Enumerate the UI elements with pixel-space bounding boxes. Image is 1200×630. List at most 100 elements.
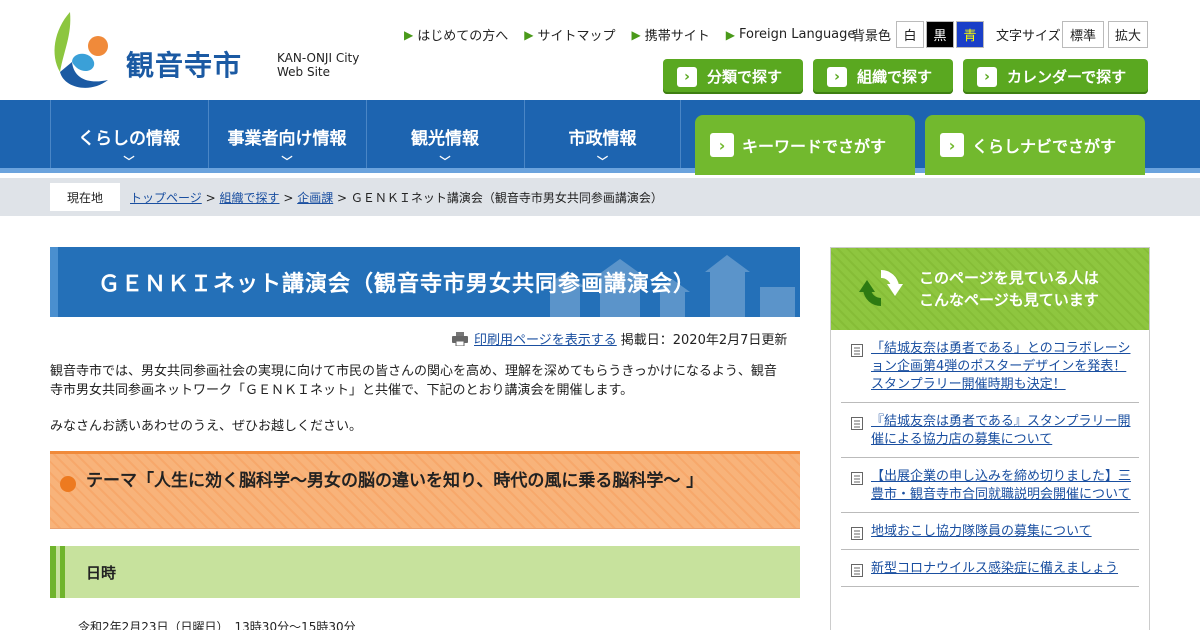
site-header: 観音寺市 KAN-ONJI City Web Site ▶ はじめての方へ ▶ サイ… xyxy=(0,0,1200,100)
bg-black-button[interactable]: 黒 xyxy=(926,21,954,48)
link-label: はじめての方へ xyxy=(417,29,509,44)
breadcrumb-link-top[interactable]: トップページ xyxy=(130,191,202,205)
arrow-right-icon: ▶ xyxy=(404,27,414,42)
related-page-link[interactable]: 新型コロナウイルス感染症に備えましょう xyxy=(871,561,1118,576)
theme-heading-box: テーマ「人生に効く脳科学～男女の脳の違いを知り、時代の風に乗る脳科学～ 」 xyxy=(50,451,800,529)
chevron-right-icon: › xyxy=(977,66,997,87)
arrow-right-icon: ▶ xyxy=(524,27,534,42)
site-subtitle: KAN-ONJI City Web Site xyxy=(277,51,359,79)
page-title-box: ＧＥＮＫＩネット講演会（観音寺市男女共同参画講演会） xyxy=(50,247,800,317)
find-by-calendar-button[interactable]: › カレンダーで探す xyxy=(963,59,1148,94)
link-label: サイトマップ xyxy=(537,29,616,44)
link-sitemap[interactable]: ▶ サイトマップ xyxy=(524,25,616,45)
breadcrumb-link-organization[interactable]: 組織で探す xyxy=(219,191,279,205)
utility-links: ▶ はじめての方へ ▶ サイトマップ ▶ 携帯サイト ▶ Foreign Languag… xyxy=(404,25,871,44)
city-logo-icon[interactable] xyxy=(50,10,112,92)
print-page-link[interactable]: 印刷用ページを表示する xyxy=(474,329,617,348)
sidebar-heading-line2: こんなページも見ています xyxy=(919,291,1099,309)
sidebar-heading-box: このページを見ている人は こんなページも見ています xyxy=(831,248,1149,330)
chevron-right-icon: › xyxy=(710,133,734,157)
related-page-link[interactable]: 「結城友奈は勇者である」とのコラボレーション企画第4弾のポスターデザインを発表！… xyxy=(871,341,1130,392)
intro-paragraph: 観音寺市では、男女共同参画社会の実現に向けて市民の皆さんの関心を高め、理解を深め… xyxy=(50,364,777,398)
font-size-label: 文字サイズ xyxy=(996,29,1061,44)
refresh-arrows-icon xyxy=(859,269,903,307)
global-nav: くらしの情報 ﹀ 事業者向け情報 ﹀ 観光情報 ﹀ 市政情報 ﹀ › キーワードでさがす … xyxy=(0,100,1200,175)
breadcrumb-separator: > xyxy=(337,191,351,205)
print-and-date-line: 印刷用ページを表示する 掲載日：2020年2月7日更新 xyxy=(452,329,787,348)
breadcrumb: 現在地 トップページ > 組織で探す > 企画課 > ＧＥＮＫＩネット講演会（観… xyxy=(0,178,1200,216)
document-icon xyxy=(851,564,863,577)
document-icon xyxy=(851,417,863,430)
breadcrumb-trail: トップページ > 組織で探す > 企画課 > ＧＥＮＫＩネット講演会（観音寺市男… xyxy=(130,189,663,206)
sidebar-heading-line1: このページを見ている人は xyxy=(919,269,1099,287)
button-label: カレンダーで探す xyxy=(1007,68,1127,86)
breadcrumb-separator: > xyxy=(283,191,298,205)
sidebar-heading: このページを見ている人は こんなページも見ています xyxy=(919,267,1099,311)
document-icon xyxy=(851,344,863,357)
arrow-right-icon: ▶ xyxy=(631,27,641,42)
font-large-button[interactable]: 拡大 xyxy=(1108,21,1148,48)
nav-tourism-info[interactable]: 観光情報 ﹀ xyxy=(366,100,523,168)
related-pages-sidebar: このページを見ている人は こんなページも見ています 「結城友奈は勇者である」との… xyxy=(830,247,1150,630)
button-label: 組織で探す xyxy=(857,68,933,86)
page-title: ＧＥＮＫＩネット講演会（観音寺市男女共同参画講演会） xyxy=(98,272,697,297)
chevron-right-icon: › xyxy=(677,66,697,87)
chevron-right-icon: › xyxy=(940,133,964,157)
tab-label: くらしナビでさがす xyxy=(972,137,1117,156)
list-item: 地域おこし協力隊隊員の募集について xyxy=(841,513,1139,550)
font-standard-button[interactable]: 標準 xyxy=(1062,21,1104,48)
section-heading-box: 日時 xyxy=(50,546,800,598)
link-first-time[interactable]: ▶ はじめての方へ xyxy=(404,25,509,45)
nav-city-admin-info[interactable]: 市政情報 ﹀ xyxy=(524,100,681,168)
site-title[interactable]: 観音寺市 xyxy=(126,44,242,84)
chevron-down-icon: ﹀ xyxy=(597,155,608,168)
nav-label: 観光情報 xyxy=(411,129,479,149)
event-datetime: 令和2年2月23日（日曜日） 13時30分～15時30分 xyxy=(78,620,356,630)
arrow-right-icon: ▶ xyxy=(725,27,735,42)
breadcrumb-current: ＧＥＮＫＩネット講演会（観音寺市男女共同参画講演会） xyxy=(350,191,663,205)
list-item: 『結城友奈は勇者である』スタンプラリー開催による協力店の募集について xyxy=(841,403,1139,458)
list-item: 【出展企業の申し込みを締め切りました】三豊市・観音寺市合同就職説明会開催について xyxy=(841,458,1139,513)
life-navi-search-tab[interactable]: › くらしナビでさがす xyxy=(925,115,1145,175)
related-pages-list: 「結城友奈は勇者である」とのコラボレーション企画第4弾のポスターデザインを発表！… xyxy=(841,330,1139,587)
breadcrumb-separator: > xyxy=(205,191,220,205)
list-item: 新型コロナウイルス感染症に備えましょう xyxy=(841,550,1139,587)
document-icon xyxy=(851,527,863,540)
link-mobile-site[interactable]: ▶ 携帯サイト xyxy=(631,25,710,45)
related-page-link[interactable]: 【出展企業の申し込みを締め切りました】三豊市・観音寺市合同就職説明会開催について xyxy=(871,469,1131,502)
tab-label: キーワードでさがす xyxy=(742,137,887,156)
document-icon xyxy=(851,472,863,485)
nav-label: 市政情報 xyxy=(568,129,637,149)
nav-living-info[interactable]: くらしの情報 ﹀ xyxy=(50,100,207,168)
bg-white-button[interactable]: 白 xyxy=(896,21,924,48)
related-page-link[interactable]: 地域おこし協力隊隊員の募集について xyxy=(871,524,1092,539)
site-subtitle-line2: Web Site xyxy=(277,65,331,79)
printer-icon xyxy=(452,331,468,346)
posted-date: 掲載日：2020年2月7日更新 xyxy=(620,333,788,348)
section-heading-datetime: 日時 xyxy=(86,564,117,582)
related-page-link[interactable]: 『結城友奈は勇者である』スタンプラリー開催による協力店の募集について xyxy=(871,414,1130,447)
breadcrumb-here-label: 現在地 xyxy=(50,183,120,211)
chevron-down-icon: ﹀ xyxy=(123,155,135,168)
link-label: Foreign Language xyxy=(738,27,856,42)
link-label: 携帯サイト xyxy=(644,29,710,44)
find-by-category-button[interactable]: › 分類で探す xyxy=(663,59,803,94)
find-by-organization-button[interactable]: › 組織で探す xyxy=(813,59,953,94)
button-label: 分類で探す xyxy=(707,68,783,86)
chevron-right-icon: › xyxy=(827,66,847,87)
breadcrumb-link-planning[interactable]: 企画課 xyxy=(297,191,333,205)
link-foreign-language[interactable]: ▶ Foreign Language xyxy=(726,25,856,44)
bg-blue-button[interactable]: 青 xyxy=(956,21,984,48)
chevron-down-icon: ﹀ xyxy=(281,155,293,168)
nav-label: 事業者向け情報 xyxy=(227,129,347,149)
bullet-dot-icon xyxy=(60,476,76,492)
nav-business-info[interactable]: 事業者向け情報 ﹀ xyxy=(208,100,365,168)
chevron-down-icon: ﹀ xyxy=(439,155,451,168)
list-item: 「結城友奈は勇者である」とのコラボレーション企画第4弾のポスターデザインを発表！… xyxy=(841,330,1139,403)
bg-color-label: 背景色 xyxy=(852,29,892,44)
keyword-search-tab[interactable]: › キーワードでさがす xyxy=(695,115,915,175)
site-subtitle-line1: KAN-ONJI City xyxy=(277,51,360,65)
theme-heading: テーマ「人生に効く脳科学～男女の脳の違いを知り、時代の風に乗る脳科学～ 」 xyxy=(86,471,704,491)
invitation-paragraph: みなさんお誘いあわせのうえ、ぜひお越しください。 xyxy=(50,419,363,434)
nav-label: くらしの情報 xyxy=(78,129,180,149)
